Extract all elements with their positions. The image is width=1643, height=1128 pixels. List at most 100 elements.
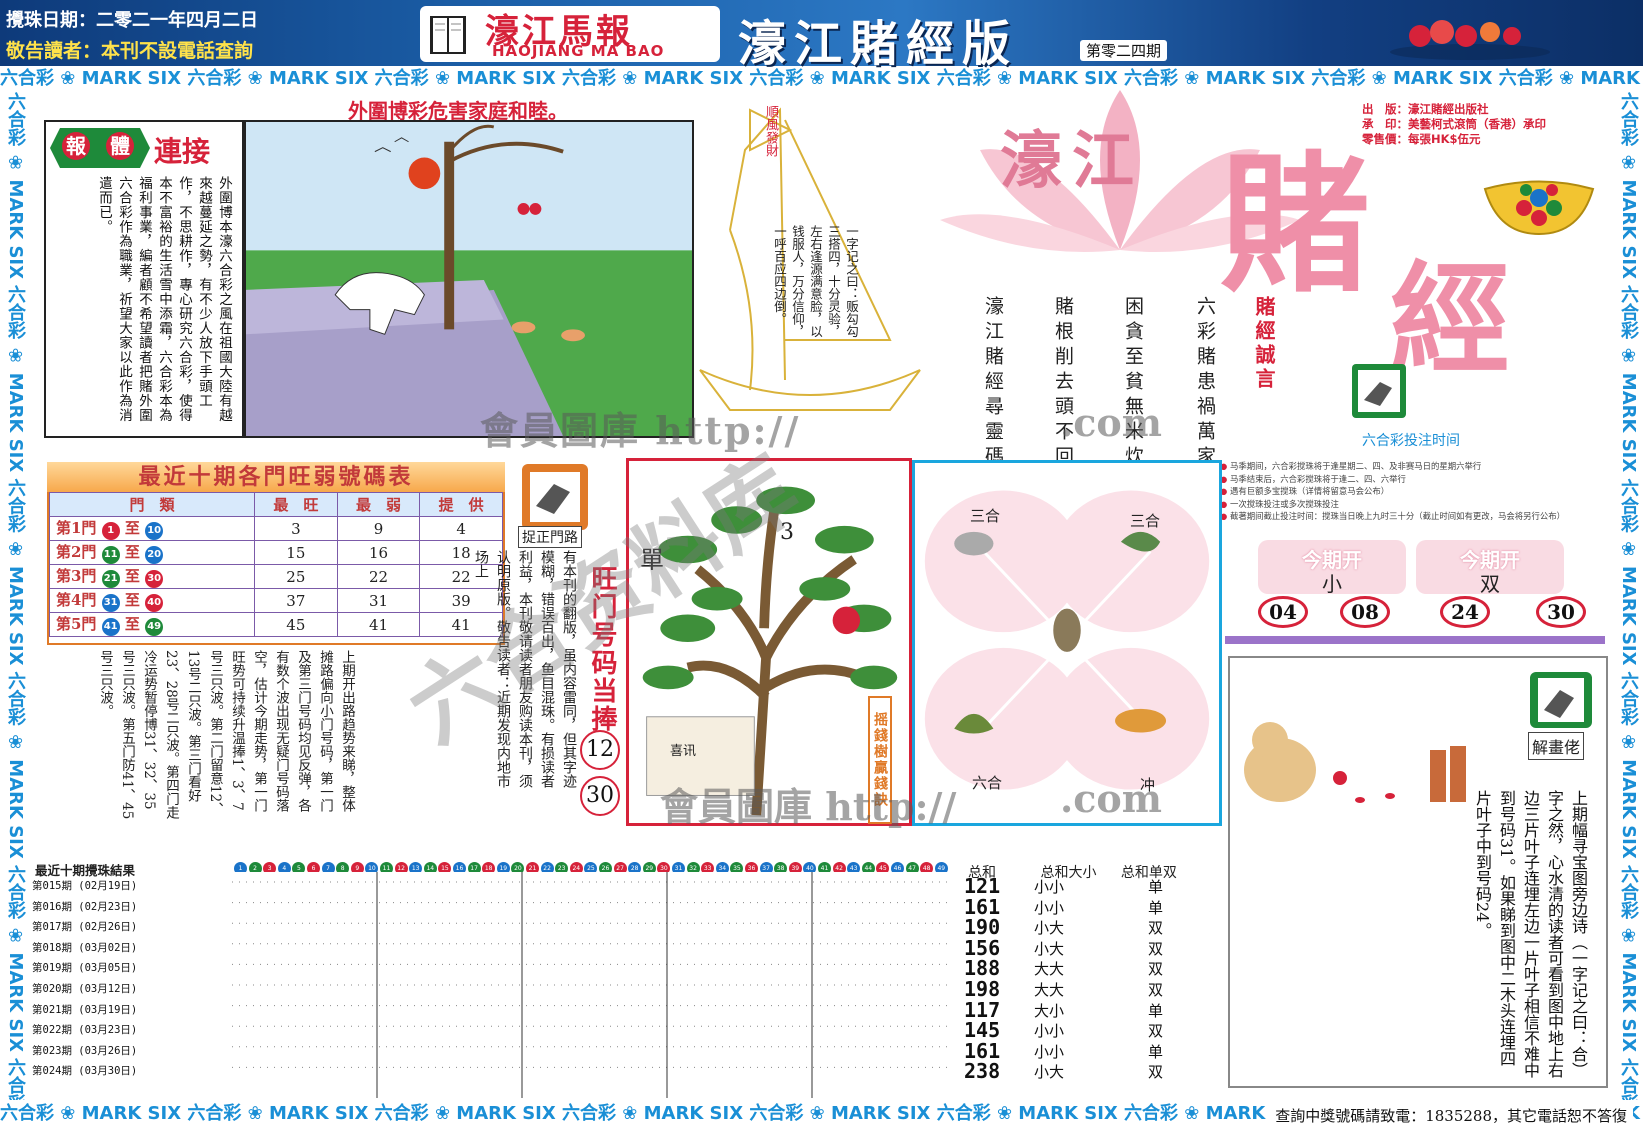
watermark-site: 會員圖庫 http:// bbox=[660, 784, 957, 829]
parity-cell: 双 bbox=[1148, 981, 1164, 999]
col-header: 提 供 bbox=[419, 492, 503, 517]
hot-cell: 25 bbox=[254, 564, 338, 589]
reader-notice: 敬告讀者：本刊不設電話查詢 bbox=[6, 40, 254, 62]
number-ball: 40 bbox=[145, 594, 164, 612]
hot-cold-table-title: 最近十期各門旺弱號碼表 bbox=[47, 462, 505, 492]
sum-cell: 238 bbox=[964, 1059, 1001, 1084]
col-header: 最 弱 bbox=[336, 492, 421, 517]
sum-size-head: 总和大小 bbox=[1040, 865, 1097, 881]
number-ball: 31 bbox=[101, 594, 120, 612]
parity-cell: 双 bbox=[1148, 919, 1164, 938]
publisher-line: 出 版：濠江賭經出版社 bbox=[1362, 102, 1489, 116]
rule-item: ● 遇有巨额多宝搅珠（详情将留意马会公布） bbox=[1220, 486, 1390, 496]
gold-ingot-icon bbox=[1483, 180, 1595, 236]
result-row-label: 第015期 (02月19日) bbox=[32, 880, 138, 892]
sum-parity-head: 总和单双 bbox=[1120, 865, 1177, 881]
hotline-notice: 查詢中獎號碼請致電：1835288，其它電話恕不答復 bbox=[1269, 1103, 1633, 1128]
lucky-number-ball: 12 bbox=[580, 730, 620, 770]
parity-cell: 单 bbox=[1148, 1042, 1164, 1061]
betting-time-label: 六合彩投注时间 bbox=[1362, 433, 1460, 449]
tree-note: 喜讯 bbox=[670, 744, 697, 759]
size-cell: 小小 bbox=[1034, 1022, 1065, 1041]
watermark-com: .com bbox=[1060, 776, 1162, 821]
number-ball: 21 bbox=[101, 570, 120, 588]
printer-line: 承 印：美藝柯式滾筒（香港）承印 bbox=[1362, 117, 1546, 131]
parity-cell: 双 bbox=[1148, 1063, 1164, 1082]
result-row-label: 第022期 (03月23日) bbox=[32, 1024, 138, 1037]
result-ball: 24 bbox=[1440, 596, 1490, 628]
result-ball: 30 bbox=[1536, 596, 1586, 628]
cold-cell: 9 bbox=[336, 516, 421, 541]
parity-cell: 双 bbox=[1148, 960, 1164, 979]
size-cell: 大大 bbox=[1034, 960, 1065, 979]
badge-char-2: 體 bbox=[106, 132, 134, 160]
gate-hand-icon bbox=[522, 464, 588, 530]
size-cell: 小小 bbox=[1034, 1042, 1065, 1061]
number-ball: 11 bbox=[101, 546, 120, 564]
result-ball: 08 bbox=[1340, 596, 1390, 628]
betting-hand-icon bbox=[1352, 364, 1406, 418]
hot-cell: 45 bbox=[254, 612, 338, 637]
rule-item: ● 一次搅珠投注或多次搅珠投注 bbox=[1220, 498, 1339, 509]
brand-name-en: HAOJIANG MA BAO bbox=[492, 42, 665, 60]
price-line: 零售價：每張HK$伍元 bbox=[1362, 132, 1481, 146]
dog-cliff-illustration bbox=[244, 120, 694, 438]
gate-cell: 第5門 41 至 49 bbox=[48, 612, 256, 637]
gate-cell: 第1門 1 至 10 bbox=[48, 516, 256, 541]
border-top: 六合彩 ❀ MARK SIX 六合彩 ❀ MARK SIX 六合彩 ❀ MARK… bbox=[0, 68, 1643, 89]
zodiac-label-top-right: 三合 bbox=[1130, 512, 1161, 530]
table-row: 第1門 1 至 10 3 9 4 bbox=[48, 516, 503, 541]
number-ball: 49 bbox=[145, 618, 164, 636]
result-ball: 04 bbox=[1258, 596, 1308, 628]
cartoon-label: 解畫佬 bbox=[1528, 732, 1585, 760]
issue-number: 第零二四期 bbox=[1080, 40, 1168, 61]
cartoon-explanation: 上期幅寻宝图旁边诗（一字记之曰：合）字之然，心水清的读者可看到图中地上右边三片叶… bbox=[1473, 790, 1588, 1078]
size-cell: 大大 bbox=[1034, 981, 1065, 999]
watermark-site: 會員圖庫 http:// bbox=[480, 408, 801, 453]
betting-rules: ● 马季期间，六合彩搅珠将于逢星期二、四、及非赛马日的星期六举行 ● 马季结束后… bbox=[1220, 460, 1605, 530]
zodiac-label-top-left: 三合 bbox=[970, 507, 1001, 525]
cartoon-hand-icon bbox=[1530, 672, 1592, 728]
sum-headers: 总和 总和大小 总和单双 bbox=[968, 862, 1177, 882]
lucky-gems-icon bbox=[1390, 20, 1550, 60]
divider-bar bbox=[1225, 636, 1605, 644]
hot-cell: 15 bbox=[254, 540, 338, 565]
size-cell: 小大 bbox=[1034, 1063, 1065, 1082]
trend-analysis: 上期开出路趋势来睇，整体摊路偏向小门号码，第一门及第三门号码均见反弹，各有数个波… bbox=[97, 650, 355, 820]
number-ball: 41 bbox=[101, 618, 120, 636]
big-title: 濠江 bbox=[1000, 124, 1145, 197]
border-right: 六合彩 ❀ MARK SIX 六合彩 ❀ MARK SIX 六合彩 ❀ MARK… bbox=[1613, 92, 1643, 1100]
result-row-label: 第019期 (03月05日) bbox=[32, 962, 138, 975]
result-row-label: 第016期 (02月23日) bbox=[32, 900, 138, 913]
result-row-label: 第023期 (03月26日) bbox=[32, 1044, 138, 1057]
zodiac-flower-illustration bbox=[912, 460, 1222, 826]
parity-cell: 单 bbox=[1148, 1001, 1164, 1020]
size-cell: 大小 bbox=[1034, 1001, 1065, 1020]
gate-cell: 第4門 31 至 40 bbox=[48, 588, 256, 613]
ship-poem: 一字记之曰：贩勾勾三搭四，十分灵验，左右逢源满意脸，以钱服人，万分信仰，一呼百应… bbox=[772, 225, 859, 338]
draw-date: 攪珠日期：二零二一年四月二日 bbox=[6, 10, 258, 31]
badge-tail: 連接 bbox=[154, 135, 211, 168]
hot-cell: 3 bbox=[254, 516, 338, 541]
parity-cell: 单 bbox=[1148, 898, 1164, 917]
border-left: 六合彩 ❀ MARK SIX 六合彩 ❀ MARK SIX 六合彩 ❀ MARK… bbox=[0, 92, 30, 1100]
results-dot-grid bbox=[232, 872, 952, 1098]
story-text: 外圍博本濠六合彩之風在祖國大陸有越來越蔓延之勢，有不少人放下手頭工作，不思耕作，… bbox=[96, 176, 232, 423]
sum-head: 总和 bbox=[968, 865, 996, 881]
lucky-number-ball: 30 bbox=[580, 776, 620, 816]
open-value-parity: 双 bbox=[1480, 572, 1500, 596]
table-header-row: 門 類 最 旺 最 弱 提 供 bbox=[48, 492, 503, 517]
big-title-jing: 經 bbox=[1390, 249, 1510, 390]
sail-text: 順風發財 bbox=[763, 105, 778, 157]
edition-title: 濠江賭經版 bbox=[738, 16, 1019, 72]
result-row-label: 第020期 (03月12日) bbox=[32, 983, 138, 995]
result-row-label: 第021期 (03月19日) bbox=[32, 1003, 138, 1016]
gate-cell: 第2門 11 至 20 bbox=[48, 540, 256, 565]
number-ball: 10 bbox=[145, 522, 164, 540]
rule-item: ● 马季结束后，六合彩搅珠将于逢二、四、六举行 bbox=[1220, 473, 1406, 484]
tip-cell: 4 bbox=[419, 516, 503, 541]
book-icon bbox=[430, 16, 466, 54]
gate-cell: 第3門 21 至 30 bbox=[48, 564, 256, 589]
open-value-size: 小 bbox=[1322, 572, 1342, 596]
result-row-label: 第024期 (03月30日) bbox=[32, 1065, 138, 1078]
